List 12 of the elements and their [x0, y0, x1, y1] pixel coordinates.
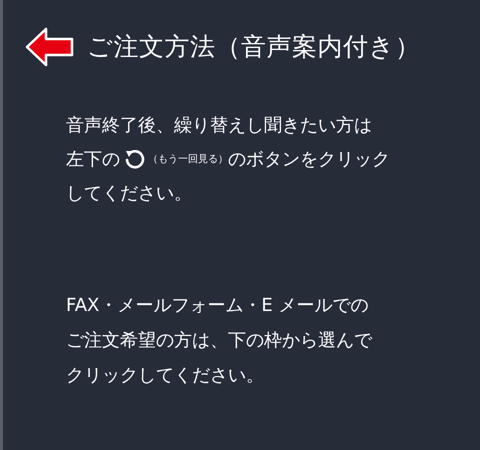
instruction-text: のボタンをクリック	[228, 148, 390, 172]
instruction-text: ご注文希望の方は、下の枠から選んで	[66, 328, 372, 352]
back-button[interactable]	[24, 25, 76, 69]
instruction-text: クリックしてください。	[66, 364, 264, 388]
instruction-text: 左下の	[66, 148, 120, 172]
instruction-text: 音声終了後、繰り替えし聞きたい方は	[66, 114, 372, 138]
back-arrow-icon	[24, 25, 76, 69]
instruction-text: してください。	[66, 182, 192, 206]
replay-note: （もう一回見る）	[148, 152, 228, 166]
page-title: ご注文方法（音声案内付き）	[87, 31, 420, 63]
replay-icon	[123, 148, 145, 170]
instruction-text: FAX・メールフォーム・E メールでの	[66, 294, 368, 318]
